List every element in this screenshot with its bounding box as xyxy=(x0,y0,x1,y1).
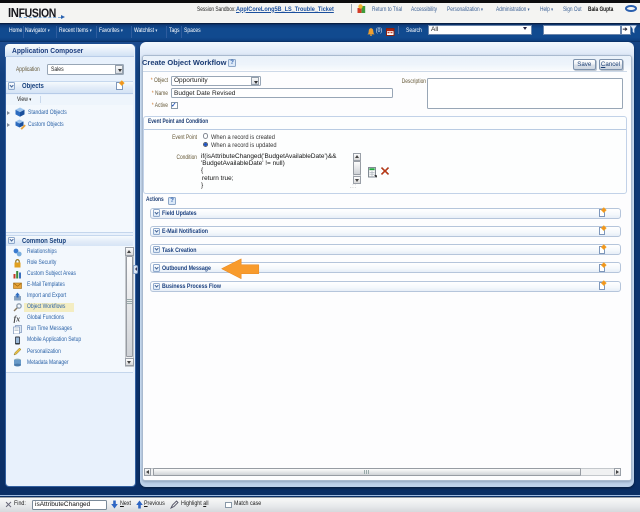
svg-text:fx: fx xyxy=(14,314,21,323)
